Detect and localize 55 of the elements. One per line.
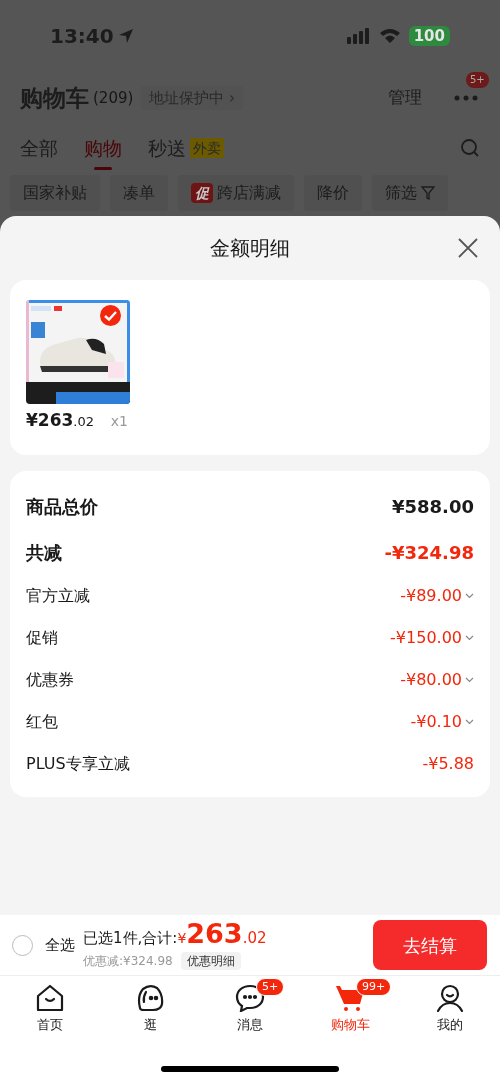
detail-value: -¥5.88	[422, 753, 474, 775]
close-icon[interactable]	[458, 238, 478, 258]
nav-tab[interactable]: 我的	[400, 976, 500, 1045]
chevron-down-icon[interactable]	[465, 593, 474, 599]
category-tab[interactable]: 购物	[84, 133, 122, 171]
detail-value: -¥89.00	[400, 585, 462, 607]
detail-value: -¥80.00	[400, 669, 462, 691]
detail-value: ¥588.00	[392, 494, 474, 519]
count-badge: 99+	[356, 978, 392, 996]
total-price: ¥263.02	[177, 920, 267, 951]
detail-label: 红包	[26, 711, 58, 733]
page-title: 购物车	[20, 83, 89, 113]
nav-tab[interactable]: 购物车 99+	[300, 976, 400, 1045]
detail-label: 促销	[26, 627, 58, 649]
status-time: 13:40	[50, 23, 114, 50]
wifi-icon	[378, 28, 401, 44]
nav-tab[interactable]: 首页	[0, 976, 100, 1045]
face-icon	[135, 984, 165, 1012]
chat-icon	[235, 984, 265, 1012]
tag-label: 外卖	[190, 138, 224, 158]
funnel-icon	[421, 186, 435, 200]
nav-tab[interactable]: 消息 5+	[200, 976, 300, 1045]
chevron-down-icon[interactable]	[465, 677, 474, 683]
product-price: ¥263.02	[26, 409, 94, 432]
quantity-label: x1	[110, 412, 128, 431]
discount-summary: 优惠减:¥324.98	[83, 953, 173, 970]
checkout-button[interactable]: 去结算	[373, 920, 487, 970]
discount-detail-button[interactable]: 优惠明细	[180, 952, 241, 970]
notification-badge: 5+	[466, 72, 489, 88]
more-icon[interactable]	[454, 95, 478, 101]
cart-count: (209)	[93, 87, 134, 109]
detail-label: 共减	[26, 540, 62, 565]
battery-level: 100	[408, 26, 450, 46]
nav-tab[interactable]: 逛	[100, 976, 200, 1045]
detail-value: -¥150.00	[390, 627, 462, 649]
detail-value: -¥0.10	[410, 711, 462, 733]
detail-label: 商品总价	[26, 494, 98, 519]
detail-value: -¥324.98	[384, 540, 474, 565]
count-badge: 5+	[256, 978, 285, 996]
detail-label: 优惠券	[26, 669, 74, 691]
sheet-title: 金额明细	[210, 235, 290, 262]
home-icon	[35, 984, 65, 1012]
chevron-down-icon[interactable]	[465, 719, 474, 725]
chevron-down-icon[interactable]	[465, 635, 474, 641]
search-icon[interactable]	[460, 138, 480, 158]
category-tab[interactable]: 秒送	[148, 133, 186, 171]
signal-icon	[346, 28, 371, 44]
detail-label: PLUS专享立减	[26, 753, 130, 775]
select-all-label[interactable]: 全选	[45, 933, 75, 957]
selection-summary: 已选1件,合计:	[83, 928, 178, 949]
detail-label: 官方立减	[26, 585, 90, 607]
person-icon	[435, 984, 465, 1012]
location-arrow-icon	[117, 28, 134, 44]
category-tab[interactable]: 全部	[20, 133, 58, 171]
check-icon[interactable]	[100, 305, 121, 326]
